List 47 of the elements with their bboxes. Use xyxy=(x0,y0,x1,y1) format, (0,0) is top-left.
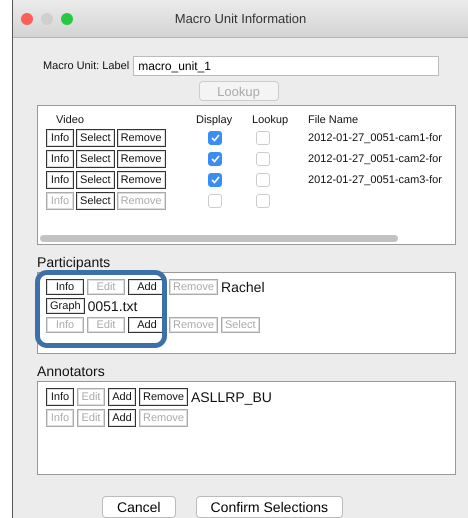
column-header: Video xyxy=(55,114,85,126)
lookup-checkbox[interactable] xyxy=(256,173,270,187)
row-button[interactable]: Info xyxy=(46,388,74,406)
field-label: Macro Unit: Label xyxy=(43,60,130,72)
dialog-button[interactable]: Confirm Selections xyxy=(196,496,344,518)
row-button[interactable]: Select xyxy=(76,129,115,147)
column-header: Lookup xyxy=(252,114,290,126)
close-button[interactable] xyxy=(21,12,33,24)
row-button[interactable]: Info xyxy=(46,279,84,295)
row-button[interactable]: Select xyxy=(76,171,115,189)
check-icon xyxy=(210,155,220,163)
zoom-button[interactable] xyxy=(61,12,73,24)
row-button[interactable]: Add xyxy=(108,388,136,406)
file-name: 2012-01-27_0051-cam1-for xyxy=(308,132,443,144)
window-title: Macro Unit Information xyxy=(174,11,306,26)
display-checkbox[interactable] xyxy=(208,173,222,187)
row-button[interactable]: Select xyxy=(76,192,115,210)
row-button[interactable]: Select xyxy=(76,150,115,168)
file-name: 2012-01-27_0051-cam3-for xyxy=(308,174,443,186)
dialog-button[interactable]: Cancel xyxy=(102,496,176,518)
row-button[interactable]: Remove xyxy=(139,388,188,406)
row-button[interactable]: Info xyxy=(46,171,74,189)
section-title: Annotators xyxy=(37,363,106,379)
lookup-checkbox[interactable] xyxy=(256,194,270,208)
entry-name: 0051.txt xyxy=(88,298,138,314)
row-button[interactable]: Remove xyxy=(116,129,166,147)
label-field[interactable]: macro_unit_1 xyxy=(133,56,440,76)
row-button[interactable]: Remove xyxy=(116,171,166,189)
scrollbar[interactable] xyxy=(40,235,398,242)
check-icon xyxy=(210,176,220,184)
row-button[interactable]: Remove xyxy=(116,150,166,168)
column-header: Display xyxy=(196,114,234,126)
entry-name: ASLLRP_BU xyxy=(190,389,272,405)
row-button[interactable]: Add xyxy=(108,409,136,427)
display-checkbox[interactable] xyxy=(208,152,222,166)
column-header: File Name xyxy=(308,114,360,126)
lookup-checkbox[interactable] xyxy=(256,152,270,166)
display-checkbox[interactable] xyxy=(208,194,222,208)
display-checkbox[interactable] xyxy=(208,131,222,145)
lookup-checkbox[interactable] xyxy=(256,131,270,145)
entry-name: Rachel xyxy=(220,279,265,295)
row-button[interactable]: Info xyxy=(46,129,74,147)
file-name: 2012-01-27_0051-cam2-for xyxy=(308,153,443,165)
section-title: Participants xyxy=(37,254,112,270)
row-button[interactable]: Info xyxy=(46,150,74,168)
row-button[interactable]: Graph xyxy=(46,298,85,314)
check-icon xyxy=(210,134,220,142)
